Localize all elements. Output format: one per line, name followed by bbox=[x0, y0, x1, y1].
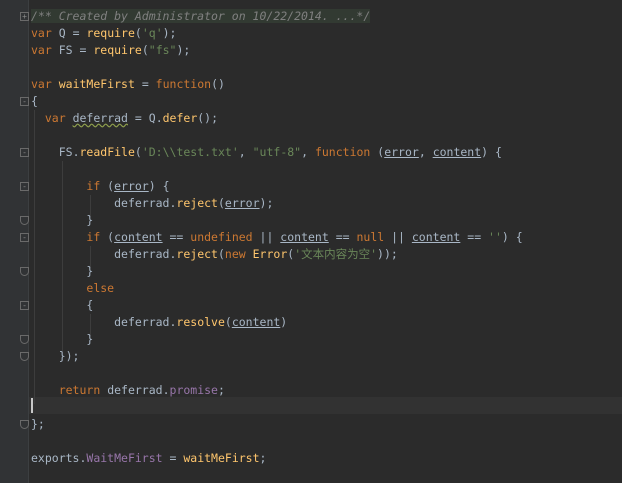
fold-end-icon[interactable] bbox=[20, 216, 29, 225]
identifier: deferrad bbox=[114, 196, 170, 210]
function-name: require bbox=[86, 26, 135, 40]
code-line[interactable]: else bbox=[31, 280, 114, 297]
keyword: else bbox=[86, 281, 115, 295]
code-line[interactable]: { bbox=[31, 297, 93, 314]
identifier: Q bbox=[58, 26, 66, 40]
fold-end-icon[interactable] bbox=[20, 420, 29, 429]
fold-collapse-icon[interactable]: - bbox=[20, 301, 29, 310]
string-literal: 'q' bbox=[141, 26, 163, 40]
code-line[interactable]: var deferrad = Q.defer(); bbox=[31, 110, 218, 127]
keyword: function bbox=[314, 145, 371, 159]
parameter: content bbox=[114, 230, 163, 244]
identifier: Q bbox=[148, 111, 156, 125]
code-line[interactable]: } bbox=[31, 212, 93, 229]
string-literal: 'D:\\test.txt' bbox=[141, 145, 239, 159]
code-line[interactable]: } bbox=[31, 263, 93, 280]
identifier: deferrad bbox=[72, 111, 128, 125]
code-line[interactable]: /** Created by Administrator on 10/22/20… bbox=[31, 8, 371, 25]
operator: = bbox=[65, 26, 87, 40]
fold-collapse-icon[interactable]: - bbox=[20, 233, 29, 242]
code-line[interactable]: FS.readFile('D:\\test.txt', "utf-8", fun… bbox=[31, 144, 502, 161]
string-literal: "utf-8" bbox=[252, 145, 302, 159]
keyword: if bbox=[86, 179, 101, 193]
function-name: waitMeFirst bbox=[58, 77, 135, 91]
property: promise bbox=[169, 383, 218, 397]
keyword: var bbox=[44, 111, 66, 125]
parameter: content bbox=[231, 315, 281, 329]
code-line[interactable]: return deferrad.promise; bbox=[31, 382, 225, 399]
class-name: Error bbox=[252, 247, 288, 261]
keyword: if bbox=[86, 230, 101, 244]
code-line[interactable]: }; bbox=[31, 416, 45, 433]
function-name: reject bbox=[176, 247, 218, 261]
fold-collapse-icon[interactable]: - bbox=[20, 182, 29, 191]
code-line[interactable]: deferrad.reject(error); bbox=[31, 195, 273, 212]
text-caret bbox=[31, 398, 33, 413]
fold-end-icon[interactable] bbox=[20, 352, 29, 361]
code-line[interactable]: { bbox=[31, 93, 38, 110]
brace: { bbox=[31, 94, 38, 108]
keyword: var bbox=[31, 77, 52, 91]
fold-end-icon[interactable] bbox=[20, 335, 29, 344]
fold-collapse-icon[interactable]: - bbox=[20, 148, 29, 157]
operator: = bbox=[134, 77, 156, 91]
property: WaitMeFirst bbox=[86, 451, 163, 465]
operator: = bbox=[127, 111, 149, 125]
code-line[interactable]: var waitMeFirst = function() bbox=[31, 76, 225, 93]
parameter: error bbox=[384, 145, 419, 159]
code-line[interactable]: if (content == undefined || content == n… bbox=[31, 229, 522, 246]
identifier: exports bbox=[31, 451, 80, 465]
string-literal: '文本内容为空' bbox=[294, 247, 378, 261]
function-name: reject bbox=[176, 196, 218, 210]
function-name: resolve bbox=[176, 315, 225, 329]
operator: = bbox=[162, 451, 184, 465]
identifier: deferrad bbox=[107, 383, 163, 397]
code-line[interactable]: if (error) { bbox=[31, 178, 169, 195]
code-line[interactable]: exports.WaitMeFirst = waitMeFirst; bbox=[31, 450, 266, 467]
parameter: error bbox=[114, 179, 149, 193]
parameter: content bbox=[432, 145, 482, 159]
parameter: content bbox=[280, 230, 329, 244]
code-line[interactable]: deferrad.resolve(content) bbox=[31, 314, 287, 331]
brace: }; bbox=[31, 417, 45, 431]
code-line[interactable]: } bbox=[31, 331, 93, 348]
identifier: deferrad bbox=[114, 247, 170, 261]
function-name: waitMeFirst bbox=[183, 451, 260, 465]
fold-end-icon[interactable] bbox=[20, 267, 29, 276]
code-comment: /** Created by Administrator on 10/22/20… bbox=[31, 9, 371, 23]
keyword: function bbox=[155, 77, 212, 91]
operator: = bbox=[72, 43, 94, 57]
function-name: defer bbox=[162, 111, 198, 125]
keyword: var bbox=[31, 43, 52, 57]
keyword: return bbox=[58, 383, 101, 397]
keyword: new bbox=[224, 247, 246, 261]
fold-expand-icon[interactable]: + bbox=[20, 12, 29, 21]
keyword: null bbox=[356, 230, 385, 244]
identifier: FS bbox=[58, 145, 73, 159]
function-name: require bbox=[93, 43, 142, 57]
string-literal: "fs" bbox=[148, 43, 177, 57]
parameter: content bbox=[411, 230, 461, 244]
code-line[interactable]: var Q = require('q'); bbox=[31, 25, 176, 42]
keyword: var bbox=[31, 26, 52, 40]
string-literal: '' bbox=[488, 230, 502, 244]
code-editor[interactable]: + - - - - - /** Created by Administrator… bbox=[0, 0, 622, 483]
code-line[interactable]: }); bbox=[31, 348, 80, 365]
keyword: undefined bbox=[190, 230, 253, 244]
identifier: FS bbox=[58, 43, 73, 57]
fold-collapse-icon[interactable]: - bbox=[20, 97, 29, 106]
parameter: error bbox=[224, 196, 260, 210]
code-line[interactable]: deferrad.reject(new Error('文本内容为空')); bbox=[31, 246, 398, 263]
code-line[interactable]: var FS = require("fs"); bbox=[31, 42, 190, 59]
current-line-highlight bbox=[29, 397, 622, 414]
function-name: readFile bbox=[79, 145, 135, 159]
identifier: deferrad bbox=[114, 315, 170, 329]
